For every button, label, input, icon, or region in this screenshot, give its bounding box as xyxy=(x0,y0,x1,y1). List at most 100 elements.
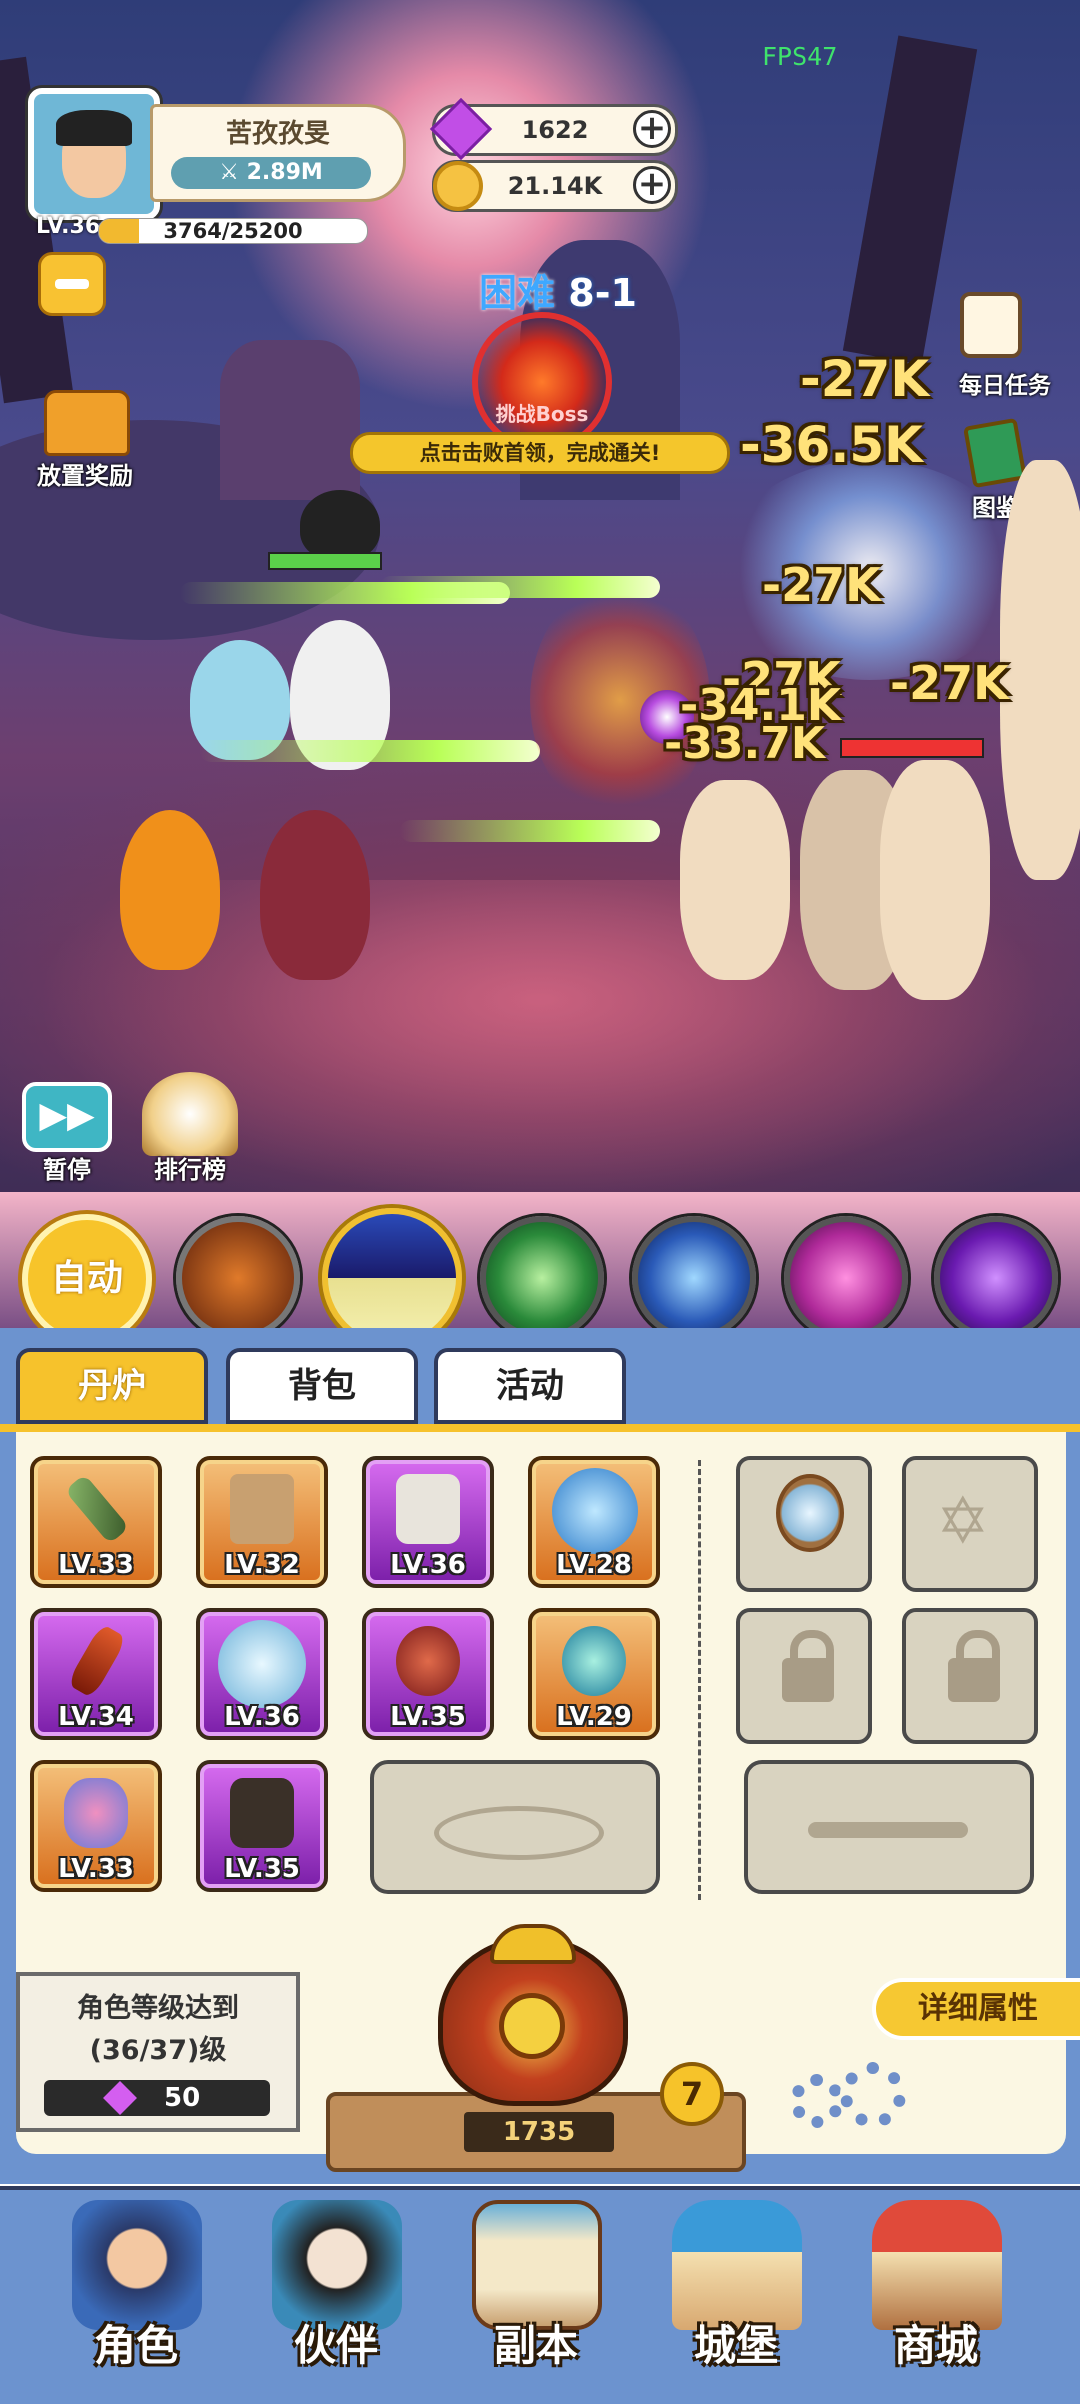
item-slot[interactable]: LV.33 xyxy=(30,1456,162,1588)
add-gems-button[interactable]: + xyxy=(633,110,671,148)
skill-strength-icon[interactable] xyxy=(176,1216,300,1340)
nav-partner[interactable]: 伙伴 xyxy=(256,2200,416,2376)
item-slot[interactable]: LV.28 xyxy=(528,1456,660,1588)
nav-character-label: 角色 xyxy=(56,2312,216,2373)
pause-button[interactable]: ▶▶ xyxy=(22,1082,112,1152)
add-coins-button[interactable]: + xyxy=(633,166,671,204)
equip-slot[interactable]: ✡ xyxy=(902,1456,1038,1592)
skill-water-icon[interactable] xyxy=(632,1216,756,1340)
combat-power-value: 2.89M xyxy=(246,160,323,185)
item-slot[interactable]: LV.34 xyxy=(30,1608,162,1740)
item-slot[interactable]: LV.35 xyxy=(362,1608,494,1740)
nav-partner-label: 伙伴 xyxy=(256,2312,416,2373)
item-level: LV.34 xyxy=(58,1702,134,1732)
item-slot[interactable]: LV.36 xyxy=(196,1608,328,1740)
enemy-character[interactable] xyxy=(680,780,790,980)
pause-label[interactable]: 暂停 xyxy=(22,1150,112,1185)
character-icon xyxy=(72,2200,202,2330)
rock-decor xyxy=(220,340,360,500)
gem-value: 1622 xyxy=(521,116,589,144)
xp-bar: 3764/25200 xyxy=(98,218,368,244)
robe-icon xyxy=(396,1474,460,1544)
empty-slot-large[interactable] xyxy=(370,1760,660,1894)
item-level: LV.36 xyxy=(224,1702,300,1732)
collapse-menu-button[interactable] xyxy=(38,252,106,316)
furnace-level-badge: 7 xyxy=(660,2062,724,2126)
requirement-cost-value: 50 xyxy=(164,2083,201,2113)
stage-difficulty: 困难 xyxy=(479,271,556,315)
locked-slot[interactable] xyxy=(902,1608,1038,1744)
skill-vortex-icon[interactable] xyxy=(784,1216,908,1340)
book-icon[interactable] xyxy=(963,417,1027,489)
water-orb-icon xyxy=(562,1626,626,1696)
item-level: LV.29 xyxy=(556,1702,632,1732)
banner-icon xyxy=(230,1474,294,1544)
damage-number: -33.7K xyxy=(664,718,825,769)
battle-scene[interactable]: FPS47 苦孜孜旻 ⚔ 2.89M LV.36 3764/25200 1622… xyxy=(0,0,1080,1262)
sigil-icon xyxy=(434,1806,604,1860)
item-slot[interactable]: LV.35 xyxy=(196,1760,328,1892)
locked-slot[interactable] xyxy=(736,1608,872,1744)
challenge-boss-button[interactable] xyxy=(472,312,612,452)
player-level: LV.36 xyxy=(36,214,101,239)
tab-backpack[interactable]: 背包 xyxy=(226,1348,418,1424)
skill-blue-flame-icon[interactable] xyxy=(322,1208,462,1348)
item-slot[interactable]: LV.32 xyxy=(196,1456,328,1588)
fps-counter: FPS47 xyxy=(762,42,838,71)
enemy-character[interactable] xyxy=(880,760,990,1000)
item-level: LV.36 xyxy=(390,1550,466,1580)
leaderboard-label[interactable]: 排行榜 xyxy=(130,1150,250,1185)
nav-dungeon[interactable]: 副本 xyxy=(456,2200,616,2376)
mirror-icon xyxy=(776,1474,844,1552)
auto-battle-button[interactable]: 自动 xyxy=(22,1214,152,1344)
unlock-requirement: 角色等级达到 (36/37)级 50 xyxy=(16,1972,300,2132)
lock-icon xyxy=(948,1630,1000,1702)
treasure-chest-icon[interactable] xyxy=(44,390,130,456)
orb-icon xyxy=(552,1468,638,1554)
coin-counter: 21.14K + xyxy=(432,160,678,212)
requirement-text: 角色等级达到 (36/37)级 xyxy=(20,1988,296,2072)
gourd-icon xyxy=(396,1626,460,1696)
item-level: LV.35 xyxy=(224,1854,300,1884)
sword-icon: ⚔ xyxy=(219,160,247,185)
item-slot[interactable]: LV.36 xyxy=(362,1456,494,1588)
idle-reward-label[interactable]: 放置奖励 xyxy=(20,456,150,491)
nav-castle-label: 城堡 xyxy=(656,2312,816,2373)
item-slot[interactable]: LV.29 xyxy=(528,1608,660,1740)
scroll-icon[interactable] xyxy=(960,292,1022,358)
nav-castle[interactable]: 城堡 xyxy=(656,2200,816,2376)
nav-character[interactable]: 角色 xyxy=(56,2200,216,2376)
item-level: LV.32 xyxy=(224,1550,300,1580)
skill-wind-icon[interactable] xyxy=(480,1216,604,1340)
nav-shop[interactable]: 商城 xyxy=(856,2200,1016,2376)
skill-shadow-icon[interactable] xyxy=(934,1216,1058,1340)
tab-events[interactable]: 活动 xyxy=(434,1348,626,1424)
detailed-attributes-button[interactable]: 详细属性 xyxy=(872,1978,1080,2040)
yin-yang-icon xyxy=(499,1993,565,2059)
gear-icon[interactable] xyxy=(840,2062,906,2128)
item-slot[interactable]: LV.33 xyxy=(30,1760,162,1892)
boss-label: 挑战Boss xyxy=(495,402,589,426)
damage-number: -27K xyxy=(890,656,1009,710)
player-avatar[interactable] xyxy=(28,88,160,220)
empty-slot-large[interactable] xyxy=(744,1760,1034,1894)
shop-icon xyxy=(872,2200,1002,2330)
item-level: LV.35 xyxy=(390,1702,466,1732)
hero-health-bar xyxy=(268,552,382,570)
equip-slot[interactable] xyxy=(736,1456,872,1592)
podium-icon[interactable] xyxy=(142,1072,238,1156)
damage-number: -27K xyxy=(762,558,881,612)
charm-icon xyxy=(64,1778,128,1848)
item-level: LV.28 xyxy=(556,1550,632,1580)
tab-alchemy[interactable]: 丹炉 xyxy=(16,1348,208,1424)
enemy-character[interactable] xyxy=(1000,460,1080,880)
energy-beam xyxy=(200,740,540,762)
swirl-orb-icon xyxy=(218,1620,306,1708)
gear-icon[interactable] xyxy=(790,2074,844,2128)
combat-power: ⚔ 2.89M xyxy=(171,157,371,189)
item-level: LV.33 xyxy=(58,1854,134,1884)
boots-icon xyxy=(230,1778,294,1848)
daily-tasks-label[interactable]: 每日任务 xyxy=(940,366,1070,400)
blade-icon xyxy=(66,1623,128,1699)
player-name: 苦孜孜旻 xyxy=(225,119,330,149)
